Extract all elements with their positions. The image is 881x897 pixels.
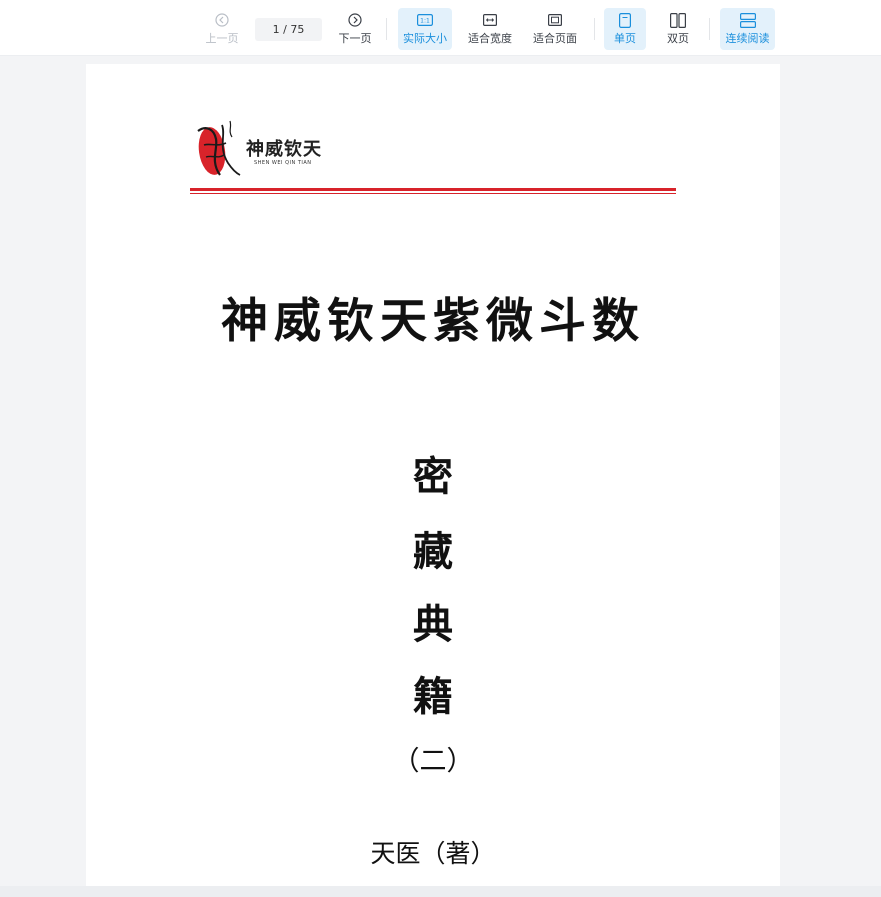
toolbar-divider	[594, 18, 595, 40]
fit-page-icon	[548, 12, 562, 28]
double-page-label: 双页	[667, 32, 689, 45]
document-title: 神威钦天紫微斗数	[221, 294, 645, 349]
double-page-icon	[670, 12, 686, 28]
double-page-button[interactable]: 双页	[657, 8, 699, 50]
actual-size-label: 实际大小	[403, 32, 447, 45]
single-page-button[interactable]: 单页	[604, 8, 646, 50]
continuous-reading-label: 连续阅读	[725, 32, 770, 45]
fit-width-button[interactable]: 适合宽度	[463, 8, 517, 50]
prev-page-label: 上一页	[205, 32, 239, 45]
horizontal-scrollbar[interactable]	[0, 886, 881, 897]
chevron-left-circle-icon	[215, 12, 229, 28]
header-rule	[190, 188, 676, 191]
single-page-label: 单页	[614, 32, 636, 45]
actual-size-button[interactable]: 1:1 实际大小	[398, 8, 452, 50]
document-page: 神威钦天 SHEN WEI QIN TIAN 神威钦天紫微斗数 密 藏 典 籍 …	[86, 64, 780, 886]
fit-width-icon	[483, 12, 497, 28]
next-page-button[interactable]: 下一页	[334, 8, 376, 50]
prev-page-button[interactable]: 上一页	[201, 8, 243, 50]
chevron-right-circle-icon	[348, 12, 362, 28]
fit-page-button[interactable]: 适合页面	[528, 8, 582, 50]
continuous-scroll-icon	[739, 12, 756, 28]
actual-size-icon: 1:1	[417, 12, 433, 28]
page-number-input[interactable]: 1 / 75	[255, 18, 322, 41]
svg-text:1:1: 1:1	[420, 18, 430, 25]
next-page-label: 下一页	[338, 32, 372, 45]
fit-page-label: 适合页面	[533, 32, 577, 45]
viewer-toolbar: 上一页 1 / 75 下一页 1:1 实际大小 适合宽度 适合页面 单页 双页 …	[0, 0, 881, 56]
logo-subtext: SHEN WEI QIN TIAN	[254, 160, 312, 166]
toolbar-divider	[386, 18, 387, 40]
logo-emblem-icon	[197, 120, 241, 176]
toolbar-divider	[709, 18, 710, 40]
publisher-logo: 神威钦天 SHEN WEI QIN TIAN	[192, 117, 342, 183]
vertical-title-char: 藏	[413, 528, 453, 575]
volume-number: （二）	[392, 746, 474, 777]
logo-text: 神威钦天	[246, 139, 322, 160]
vertical-title-char: 典	[413, 601, 453, 648]
single-page-icon	[619, 12, 631, 28]
author-line: 天医（著）	[370, 839, 496, 868]
vertical-title-char: 籍	[413, 673, 453, 720]
continuous-reading-button[interactable]: 连续阅读	[720, 8, 775, 50]
vertical-title-char: 密	[413, 453, 453, 500]
header-rule-thin	[190, 193, 676, 194]
fit-width-label: 适合宽度	[468, 32, 512, 45]
